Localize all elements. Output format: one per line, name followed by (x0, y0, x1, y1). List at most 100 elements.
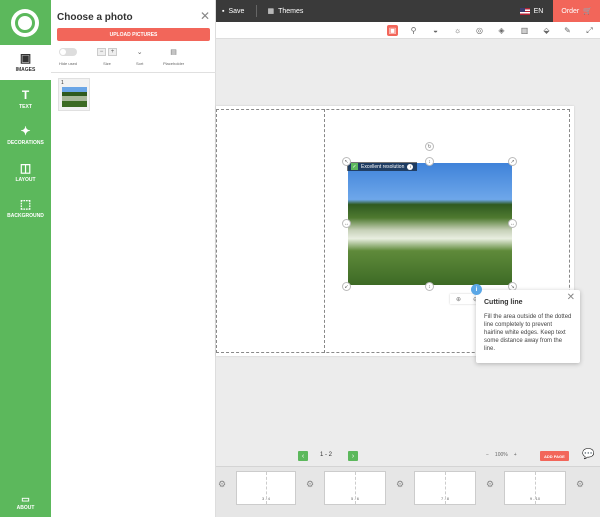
spread-thumbnail[interactable]: 7 - 8 (414, 471, 476, 505)
spread-thumbnail[interactable]: 3 - 4 (236, 471, 296, 505)
sidebar-item-background[interactable]: ⬚ BACKGROUND (0, 191, 51, 226)
next-page-button[interactable]: › (348, 451, 358, 461)
order-button[interactable]: Order 🛒 (553, 0, 600, 22)
sidebar-item-label: BACKGROUND (7, 213, 44, 219)
prev-page-button[interactable]: ‹ (298, 451, 308, 461)
page-indicator: 1 - 2 (320, 452, 333, 458)
minus-icon[interactable]: − (97, 48, 106, 56)
decorations-icon: ✦ (20, 124, 31, 138)
sidebar: ▣ IMAGES T TEXT ✦ DECORATIONS ◫ LAYOUT ⬚… (0, 0, 51, 517)
info-icon[interactable]: i (407, 163, 414, 170)
spread-thumbnail[interactable]: 9 - 10 (504, 471, 566, 505)
sidebar-item-about[interactable]: ▭ ABOUT (0, 494, 51, 511)
zoom-in-button[interactable]: + (514, 452, 517, 458)
layers-tool-icon[interactable]: ◈ (496, 25, 507, 36)
images-icon: ▣ (19, 51, 32, 65)
language-selector[interactable]: EN (519, 7, 544, 15)
page-settings-icon[interactable]: ⚙ (396, 479, 408, 493)
hide-used-option[interactable]: Hide used (59, 48, 77, 66)
photo-thumbnail[interactable]: 1 (58, 78, 90, 111)
save-button[interactable]: ▪ Save (222, 8, 244, 15)
upload-pictures-button[interactable]: UPLOAD PICTURES (57, 28, 210, 41)
fullscreen-tool-icon[interactable]: ⤢ (584, 25, 595, 36)
zoom-out-button[interactable]: − (486, 452, 489, 458)
resolution-badge: ✓ Excellent resolution i (347, 162, 418, 171)
tool-row: ▣ ⚲ ◒ ☼ ◎ ◈ ▥ ⬙ ✎ ⤢ (216, 22, 600, 39)
rotate-handle-icon[interactable]: ↻ (425, 142, 434, 151)
zoom-in-icon[interactable]: ⊕ (456, 296, 461, 303)
tooltip-text: Fill the area outside of the dotted line… (484, 314, 572, 352)
language-label: EN (533, 7, 544, 15)
add-page-button[interactable]: ADD PAGE (540, 451, 569, 461)
themes-icon: ▦ (267, 8, 275, 15)
placeholder-label: Placeholder (163, 61, 185, 66)
chat-icon[interactable]: 💬 (582, 449, 594, 460)
filter-tool-icon[interactable]: ◎ (474, 25, 485, 36)
sidebar-item-label: IMAGES (15, 67, 36, 73)
resize-handle-bottom[interactable]: ↕ (425, 282, 434, 291)
resolution-label: Excellent resolution (361, 163, 405, 170)
themes-button[interactable]: ▦ Themes (267, 7, 303, 16)
page-settings-icon[interactable]: ⚙ (576, 479, 588, 493)
about-label: ABOUT (16, 505, 35, 511)
panel-options: Hide used − + Size ⌄ Sort ▤ Placeholder (51, 48, 216, 73)
size-option[interactable]: − + Size (97, 48, 117, 66)
zoom-level: 100% (494, 452, 508, 458)
page-settings-icon[interactable]: ⚙ (486, 479, 498, 493)
save-icon: ▪ (222, 7, 225, 15)
sidebar-item-layout[interactable]: ◫ LAYOUT (0, 155, 51, 190)
spread-label: 3 - 4 (261, 496, 270, 501)
text-icon: T (21, 88, 30, 102)
eraser-tool-icon[interactable]: ✎ (562, 25, 573, 36)
plus-icon[interactable]: + (108, 48, 117, 56)
spread-label: 9 - 10 (529, 496, 541, 501)
resize-handle-left[interactable]: ↔ (342, 219, 351, 228)
page-navigation: ‹ 1 - 2 › − 100% + ADD PAGE 💬 (216, 448, 600, 464)
layout-icon: ◫ (19, 161, 32, 175)
grid-tool-icon[interactable]: ▥ (519, 25, 530, 36)
resize-handle-top-right[interactable]: ↗ (508, 157, 517, 166)
sort-label: Sort (136, 61, 144, 66)
zoom-control: − 100% + (486, 452, 517, 458)
resize-handle-bottom-left[interactable]: ↙ (342, 282, 351, 291)
tooltip-title: Cutting line (484, 299, 523, 306)
thumbnail-image (62, 87, 87, 107)
paint-tool-icon[interactable]: ⬙ (541, 25, 552, 36)
info-icon[interactable]: i (471, 284, 482, 295)
chevron-down-icon: ⌄ (136, 49, 143, 56)
background-icon: ⬚ (19, 197, 32, 211)
sidebar-item-text[interactable]: T TEXT (0, 82, 51, 117)
resize-handle-top[interactable]: ↕ (425, 157, 434, 166)
sidebar-item-images[interactable]: ▣ IMAGES (0, 45, 51, 80)
placeholder-icon: ▤ (170, 49, 177, 56)
brightness-tool-icon[interactable]: ☼ (452, 25, 463, 36)
logo[interactable] (11, 9, 39, 37)
hide-used-toggle[interactable] (59, 48, 77, 56)
resize-handle-right[interactable]: ↔ (508, 219, 517, 228)
spread-thumbnail[interactable]: 5 - 6 (324, 471, 386, 505)
page-settings-icon[interactable]: ⚙ (306, 479, 318, 493)
panel-title: Choose a photo (57, 12, 133, 23)
about-icon: ▭ (21, 494, 30, 504)
logo-ring (15, 13, 35, 33)
placed-photo[interactable] (347, 162, 513, 286)
sidebar-item-label: DECORATIONS (7, 140, 44, 146)
page-settings-icon[interactable]: ⚙ (218, 479, 230, 493)
sidebar-item-decorations[interactable]: ✦ DECORATIONS (0, 118, 51, 153)
size-stepper[interactable]: − + (97, 48, 117, 56)
spread-label: 5 - 6 (350, 496, 359, 501)
photo-panel: Choose a photo ✕ UPLOAD PICTURES Hide us… (51, 0, 216, 517)
close-icon[interactable]: ✕ (200, 9, 210, 23)
close-icon[interactable]: ✕ (567, 292, 575, 303)
resize-handle-top-left[interactable]: ↖ (342, 157, 351, 166)
sort-option[interactable]: ⌄ Sort (136, 48, 143, 66)
check-icon: ✓ (351, 163, 358, 170)
sidebar-item-label: LAYOUT (15, 177, 36, 183)
crop-tool-icon[interactable]: ▣ (387, 25, 398, 36)
spread-strip: ⚙ 3 - 4 ⚙ 5 - 6 ⚙ 7 - 8 ⚙ 9 - 10 ⚙ (216, 466, 600, 517)
fill-tool-icon[interactable]: ◒ (430, 25, 441, 36)
size-label: Size (103, 61, 111, 66)
wand-tool-icon[interactable]: ⚲ (408, 25, 419, 36)
us-flag-icon (519, 7, 530, 15)
placeholder-option[interactable]: ▤ Placeholder (163, 48, 184, 66)
